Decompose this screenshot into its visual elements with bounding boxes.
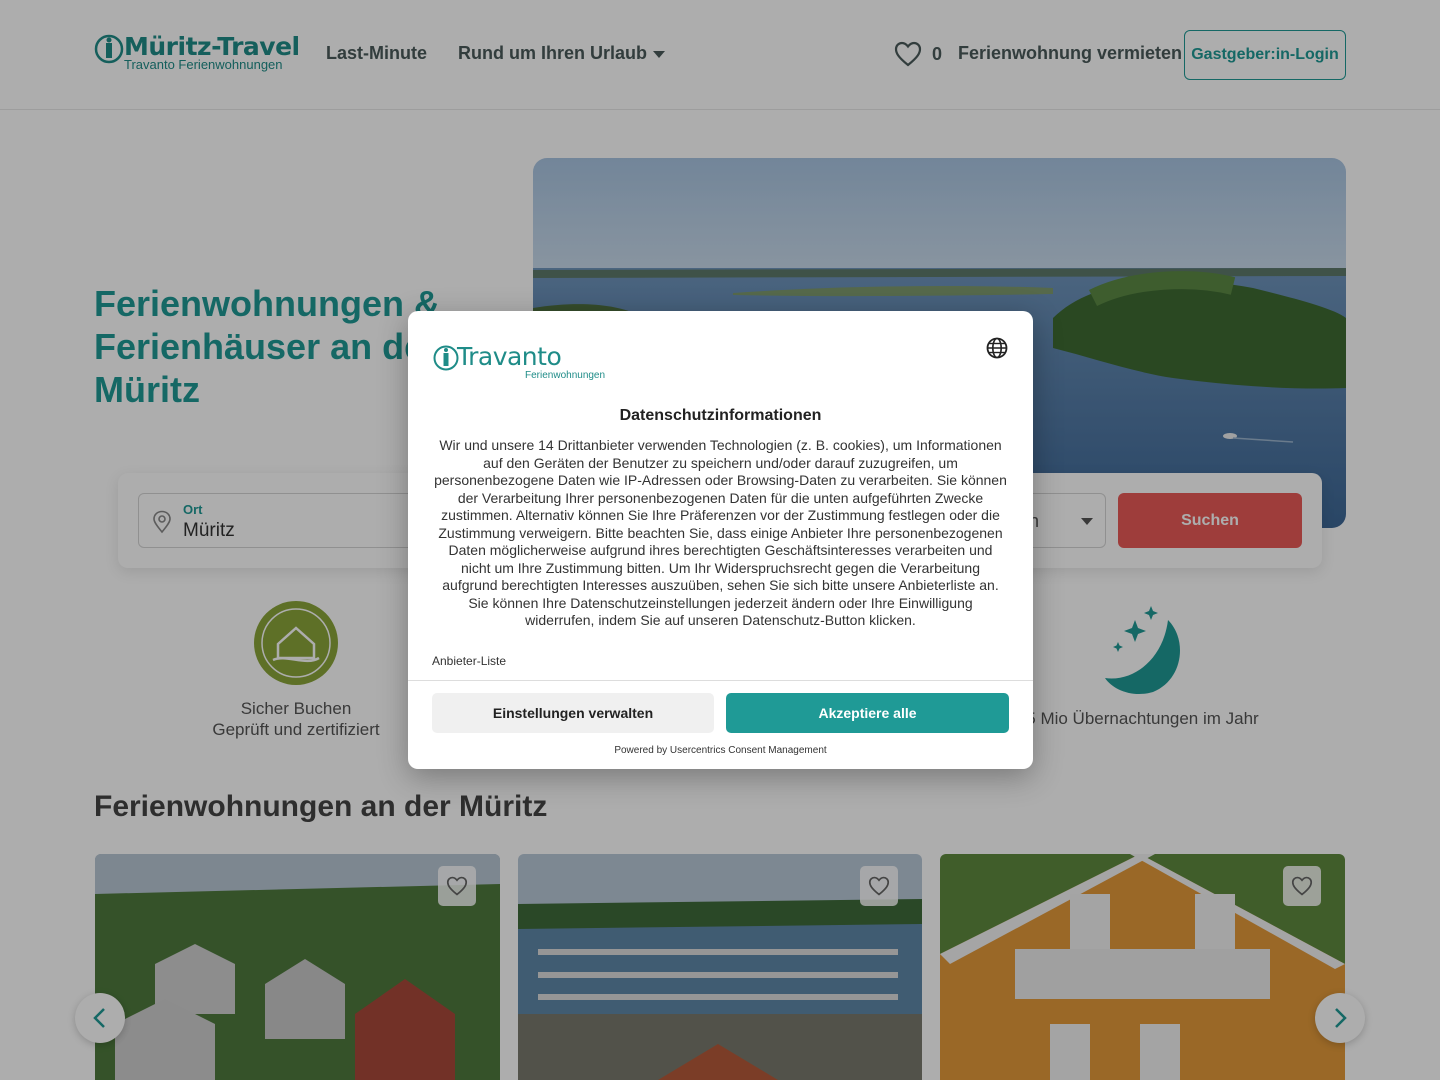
modal-logo-subtext: Ferienwohnungen (525, 370, 606, 381)
consent-title: Datenschutzinformationen (619, 407, 822, 424)
travanto-logo: Travanto Ferienwohnungen (433, 341, 605, 381)
vendor-list-link[interactable]: Anbieter-Liste (432, 654, 506, 668)
powered-by-text: Powered by Usercentrics Consent Manageme… (614, 745, 827, 756)
consent-text: Wir und unsere 14 Drittanbieter verwende… (434, 437, 1007, 628)
modal-logo-text: Travanto (457, 342, 562, 371)
lighthouse-icon (433, 345, 459, 371)
consent-dialog: Travanto Ferienwohnungen Datenschutzinfo… (408, 311, 1033, 769)
divider (408, 680, 1033, 681)
accept-all-button[interactable]: Akzeptiere alle (726, 693, 1009, 733)
manage-settings-button[interactable]: Einstellungen verwalten (432, 693, 714, 733)
language-globe-icon[interactable] (986, 337, 1008, 359)
